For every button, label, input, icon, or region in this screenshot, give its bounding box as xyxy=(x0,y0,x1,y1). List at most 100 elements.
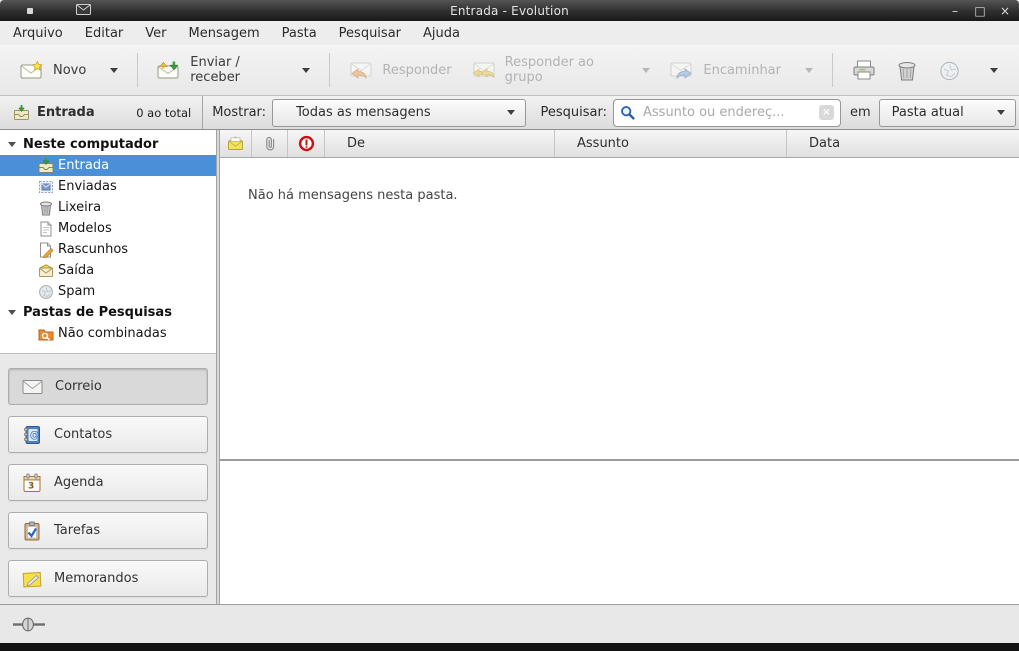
titlebar-mail-icon xyxy=(76,4,91,15)
memo-icon xyxy=(22,569,42,589)
close-icon[interactable]: × xyxy=(998,4,1012,18)
reply-button[interactable]: Responder xyxy=(339,50,461,90)
menu-pesquisar[interactable]: Pesquisar xyxy=(328,23,412,44)
outbox-icon xyxy=(38,263,54,279)
show-label: Mostrar: xyxy=(212,105,266,120)
paperclip-icon xyxy=(263,135,277,152)
contacts-at-glyph: @ xyxy=(30,430,40,441)
minimize-icon[interactable]: – xyxy=(948,4,962,18)
folder-item-entrada[interactable]: Entrada xyxy=(0,155,216,176)
calendar-icon: 3 xyxy=(22,473,42,493)
folder-item-lixeira[interactable]: Lixeira xyxy=(0,197,216,218)
switcher-correio-button[interactable]: Correio xyxy=(8,368,208,405)
folder-item-nao-combinadas[interactable]: Não combinadas xyxy=(0,323,216,344)
switcher-tarefas-button[interactable]: Tarefas xyxy=(8,512,208,549)
status-bar xyxy=(0,604,1019,643)
titlebar[interactable]: Entrada - Evolution – □ × xyxy=(0,0,1019,21)
folder-item-saida[interactable]: Saída xyxy=(0,260,216,281)
message-list-header: De Assunto Data xyxy=(220,130,1019,158)
toolbar: Novo Enviar / receber Responder Responde… xyxy=(0,45,1019,96)
toolbar-overflow-button[interactable] xyxy=(979,50,1009,90)
junk-icon xyxy=(939,60,960,81)
tasks-icon xyxy=(22,521,42,541)
new-message-button[interactable]: Novo xyxy=(10,50,128,90)
clear-search-icon[interactable]: × xyxy=(819,105,834,120)
forward-dropdown-arrow-icon[interactable] xyxy=(805,68,813,73)
send-receive-button[interactable]: Enviar / receber xyxy=(147,50,320,90)
forward-button[interactable]: Encaminhar xyxy=(660,50,823,90)
printer-icon xyxy=(853,60,875,80)
folder-tree: Neste computador Entrada Enviadas Lixeir… xyxy=(0,130,216,354)
search-label: Pesquisar: xyxy=(541,105,608,120)
show-dropdown-arrow-icon xyxy=(507,110,515,115)
reply-all-icon xyxy=(472,61,496,79)
column-data[interactable]: Data xyxy=(787,130,1019,157)
message-count: 0 ao total xyxy=(136,106,191,120)
folder-item-rascunhos[interactable]: Rascunhos xyxy=(0,239,216,260)
switcher-agenda-button[interactable]: 3 Agenda xyxy=(8,464,208,501)
expander-icon[interactable] xyxy=(8,310,16,315)
menu-ajuda[interactable]: Ajuda xyxy=(412,23,471,44)
expander-icon[interactable] xyxy=(8,142,16,147)
menu-mensagem[interactable]: Mensagem xyxy=(178,23,271,44)
search-folder-icon xyxy=(38,326,54,342)
trash-icon xyxy=(38,200,54,216)
window-title: Entrada - Evolution xyxy=(450,4,569,18)
inbox-icon xyxy=(13,105,30,121)
column-assunto[interactable]: Assunto xyxy=(555,130,787,157)
scope-conjunction: em xyxy=(850,105,871,120)
empty-folder-message: Não há mensagens nesta pasta. xyxy=(248,188,458,203)
search-entry[interactable]: × xyxy=(613,99,841,127)
menu-ver[interactable]: Ver xyxy=(134,23,177,44)
menubar: Arquivo Editar Ver Mensagem Pasta Pesqui… xyxy=(0,21,1019,45)
reply-group-dropdown-arrow-icon[interactable] xyxy=(642,68,650,73)
delete-button[interactable] xyxy=(885,50,928,90)
search-icon xyxy=(620,105,635,120)
online-status-icon[interactable] xyxy=(12,617,46,632)
templates-icon xyxy=(38,221,54,237)
search-input[interactable] xyxy=(641,104,813,121)
view-switcher: Correio @ Contatos 3 Agenda Tarefas Memo… xyxy=(0,355,216,604)
column-status[interactable] xyxy=(220,130,252,157)
switcher-memorandos-button[interactable]: Memorandos xyxy=(8,560,208,597)
reply-icon xyxy=(349,61,373,79)
print-button[interactable] xyxy=(842,50,885,90)
filter-bar: Entrada 0 ao total Mostrar: Todas as men… xyxy=(0,96,1019,130)
message-status-icon xyxy=(227,136,244,151)
toolbar-separator xyxy=(832,53,833,87)
important-icon xyxy=(298,135,315,152)
preview-pane xyxy=(220,461,1019,604)
forward-icon xyxy=(670,61,694,79)
folder-item-modelos[interactable]: Modelos xyxy=(0,218,216,239)
column-de[interactable]: De xyxy=(325,130,555,157)
new-dropdown-arrow-icon[interactable] xyxy=(110,68,118,73)
folder-item-spam[interactable]: Spam xyxy=(0,281,216,302)
inbox-icon xyxy=(38,158,54,174)
reply-group-button[interactable]: Responder ao grupo xyxy=(462,50,661,90)
junk-icon xyxy=(38,284,54,300)
show-filter-dropdown[interactable]: Todas as mensagens xyxy=(272,99,525,127)
menu-editar[interactable]: Editar xyxy=(74,23,135,44)
message-list[interactable]: Não há mensagens nesta pasta. xyxy=(220,158,1019,459)
overflow-arrow-icon xyxy=(990,68,998,73)
junk-button[interactable] xyxy=(928,50,971,90)
column-attachment[interactable] xyxy=(252,130,288,157)
calendar-day-glyph: 3 xyxy=(28,481,34,491)
tree-section-search-folders[interactable]: Pastas de Pesquisas xyxy=(0,302,216,323)
drafts-icon xyxy=(38,242,54,258)
send-receive-icon xyxy=(157,61,181,79)
switcher-contatos-button[interactable]: @ Contatos xyxy=(8,416,208,453)
sent-icon xyxy=(38,179,54,195)
scope-dropdown-arrow-icon xyxy=(997,110,1005,115)
new-mail-icon xyxy=(20,61,44,79)
menu-arquivo[interactable]: Arquivo xyxy=(2,23,74,44)
maximize-icon[interactable]: □ xyxy=(973,4,987,18)
current-folder-name: Entrada xyxy=(37,105,95,120)
folder-item-enviadas[interactable]: Enviadas xyxy=(0,176,216,197)
bottom-edge xyxy=(0,643,1019,651)
tree-section-this-computer[interactable]: Neste computador xyxy=(0,134,216,155)
send-receive-dropdown-arrow-icon[interactable] xyxy=(302,68,310,73)
search-scope-dropdown[interactable]: Pasta atual xyxy=(879,99,1016,127)
column-important[interactable] xyxy=(288,130,325,157)
menu-pasta[interactable]: Pasta xyxy=(271,23,328,44)
